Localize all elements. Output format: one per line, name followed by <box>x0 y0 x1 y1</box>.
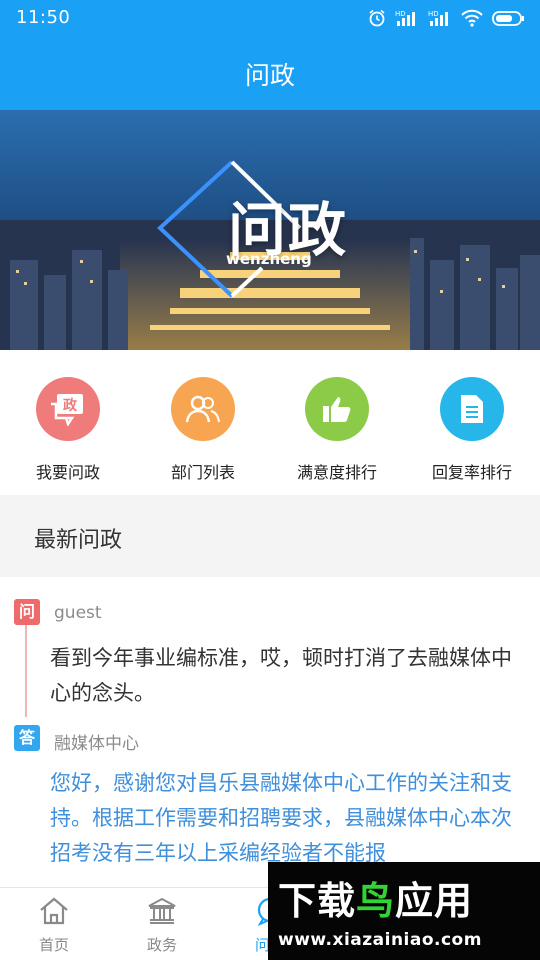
page-title: 问政 <box>244 61 295 90</box>
quick-entry-grid: 政 我要问政 部门列表 满意度排行 回复率排行 <box>0 350 540 495</box>
people-icon <box>171 377 235 441</box>
thumbs-up-icon <box>305 377 369 441</box>
battery-icon <box>492 11 524 26</box>
quick-entry-departments[interactable]: 部门列表 <box>143 377 263 483</box>
quick-entry-reply-rate[interactable]: 回复率排行 <box>412 377 532 483</box>
watermark-url: www.xiazainiao.com <box>278 930 482 950</box>
quick-entry-ask[interactable]: 政 我要问政 <box>8 377 128 483</box>
ask-icon: 政 <box>36 377 100 441</box>
svg-text:HD: HD <box>428 10 439 18</box>
quick-entry-label: 我要问政 <box>35 463 100 482</box>
svg-text:政: 政 <box>63 397 78 414</box>
section-title: 最新问政 <box>34 528 123 553</box>
status-time: 11:50 <box>16 7 71 28</box>
quick-entry-satisfaction[interactable]: 满意度排行 <box>277 377 397 483</box>
nav-label: 首页 <box>38 936 69 954</box>
government-icon <box>148 897 176 924</box>
asker-name: guest <box>54 603 102 623</box>
nav-label: 政务 <box>146 936 177 954</box>
hd-signal-icon: HD <box>395 10 415 26</box>
quick-entry-label: 回复率排行 <box>431 463 512 482</box>
nav-item-government[interactable]: 政务 <box>108 896 216 955</box>
banner-image[interactable]: 问政 wenzheng <box>0 110 540 350</box>
timeline-line <box>25 625 27 717</box>
app-screen: 11:50 HD HD 问政 问政 wenzheng 政 我要问政 部门列表 满… <box>0 0 540 960</box>
status-bar: 11:50 HD HD <box>0 0 540 36</box>
banner-subtitle: wenzheng <box>226 250 312 268</box>
document-icon <box>440 377 504 441</box>
ask-tag: 问 <box>14 599 40 625</box>
answer-tag: 答 <box>14 725 40 751</box>
watermark-logo: 下载鸟应用 <box>278 879 474 923</box>
section-header: 最新问政 <box>0 495 540 577</box>
nav-item-home[interactable]: 首页 <box>0 896 108 955</box>
app-header: 11:50 HD HD 问政 <box>0 0 540 110</box>
list-item[interactable]: 问 guest 看到今年事业编标准，哎，顿时打消了去融媒体中心的念头。 答 融媒… <box>0 577 540 887</box>
hd-signal-icon: HD <box>428 10 448 26</box>
alarm-icon <box>369 9 385 27</box>
svg-text:HD: HD <box>395 10 406 18</box>
wifi-icon <box>461 9 483 27</box>
home-icon <box>40 897 68 925</box>
question-text: 看到今年事业编标准，哎，顿时打消了去融媒体中心的念头。 <box>50 646 512 705</box>
answer-text: 您好，感谢您对昌乐县融媒体中心工作的关注和支持。根据工作需要和招聘要求，县融媒体… <box>50 771 512 865</box>
watermark-overlay: 下载鸟应用 www.xiazainiao.com <box>268 862 540 960</box>
quick-entry-label: 满意度排行 <box>296 463 377 482</box>
replier-name: 融媒体中心 <box>54 734 139 754</box>
quick-entry-label: 部门列表 <box>170 463 235 482</box>
status-icons: HD HD <box>368 7 524 29</box>
